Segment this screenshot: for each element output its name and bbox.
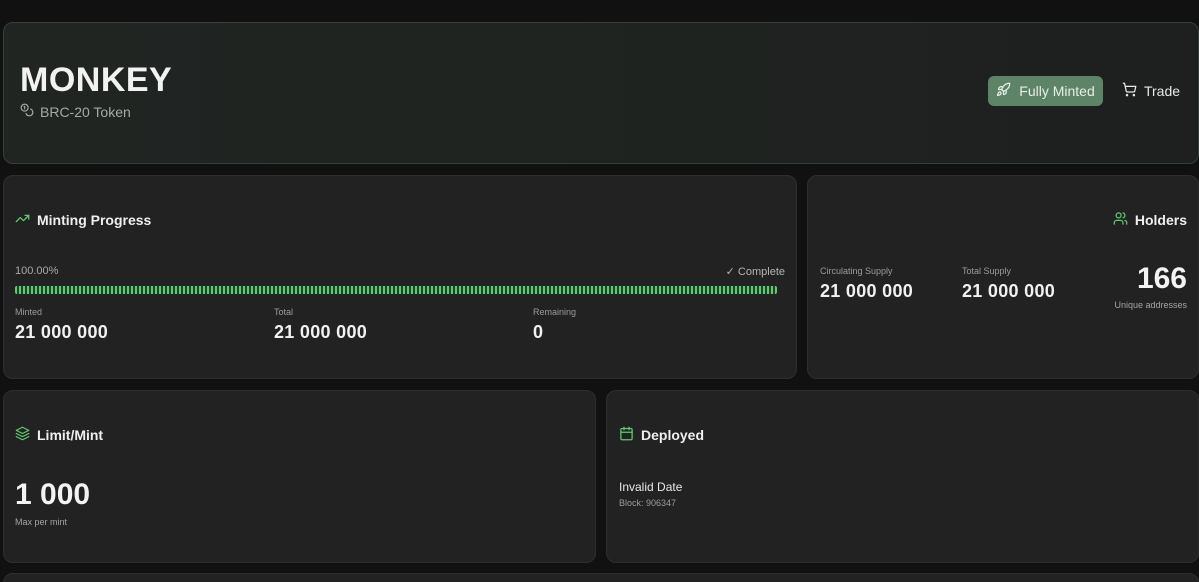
holders-label: Holders bbox=[1134, 212, 1187, 228]
limit-sublabel: Max per mint bbox=[15, 517, 68, 527]
limit-value: 1 000 bbox=[15, 478, 91, 511]
minted-value: 21 000 000 bbox=[15, 322, 109, 342]
deployed-title: Deployed bbox=[619, 426, 704, 444]
progress-bar-fill bbox=[15, 286, 777, 294]
circulating-supply-value: 21 000 000 bbox=[820, 281, 914, 301]
minted-label: Minted bbox=[15, 307, 43, 317]
circulating-supply-label: Circulating Supply bbox=[820, 266, 893, 276]
limit-mint-title: Limit/Mint bbox=[15, 426, 103, 444]
token-header: MONKEY BRC-20 Token Fully Minted Trade bbox=[3, 22, 1199, 164]
limit-mint-card: Limit/Mint 1 000 Max per mint bbox=[3, 390, 596, 563]
coins-icon bbox=[20, 103, 34, 120]
total-supply-value: 21 000 000 bbox=[962, 281, 1056, 301]
bottom-card bbox=[3, 573, 1199, 582]
token-type: BRC-20 Token bbox=[20, 103, 131, 120]
fully-minted-label: Fully Minted bbox=[1019, 83, 1095, 99]
holders-card: Holders Circulating Supply 21 000 000 To… bbox=[807, 175, 1199, 379]
trending-up-icon bbox=[15, 211, 30, 229]
unique-addresses-label: Unique addresses bbox=[1114, 300, 1187, 310]
trade-label: Trade bbox=[1143, 83, 1181, 99]
progress-bar bbox=[15, 286, 777, 294]
total-supply-label: Total Supply bbox=[962, 266, 1012, 276]
minting-progress-title: Minting Progress bbox=[15, 211, 151, 229]
layers-icon bbox=[15, 426, 30, 444]
total-label: Total bbox=[274, 307, 294, 317]
deploy-block: Block: 906347 bbox=[619, 498, 677, 508]
limit-mint-label: Limit/Mint bbox=[37, 427, 104, 443]
fully-minted-button[interactable]: Fully Minted bbox=[988, 76, 1103, 106]
token-name: MONKEY bbox=[20, 61, 173, 99]
total-value: 21 000 000 bbox=[274, 322, 368, 342]
calendar-icon bbox=[619, 426, 634, 444]
rocket-icon bbox=[996, 82, 1011, 100]
progress-percent: 100.00% bbox=[15, 265, 59, 277]
deployed-card: Deployed Invalid Date Block: 906347 bbox=[606, 390, 1199, 563]
users-icon bbox=[1113, 211, 1128, 229]
progress-status: ✓ Complete bbox=[725, 266, 785, 278]
holders-title: Holders bbox=[1113, 211, 1187, 229]
minting-progress-label: Minting Progress bbox=[37, 212, 152, 228]
cart-icon bbox=[1122, 82, 1137, 100]
token-type-label: BRC-20 Token bbox=[40, 103, 131, 120]
trade-button[interactable]: Trade bbox=[1116, 76, 1186, 106]
holders-count: 166 bbox=[1136, 262, 1187, 295]
minting-progress-card: Minting Progress 100.00% ✓ Complete Mint… bbox=[3, 175, 797, 379]
remaining-value: 0 bbox=[533, 322, 544, 342]
deployed-label: Deployed bbox=[641, 427, 705, 443]
remaining-label: Remaining bbox=[533, 307, 577, 317]
deploy-date: Invalid Date bbox=[619, 480, 683, 494]
